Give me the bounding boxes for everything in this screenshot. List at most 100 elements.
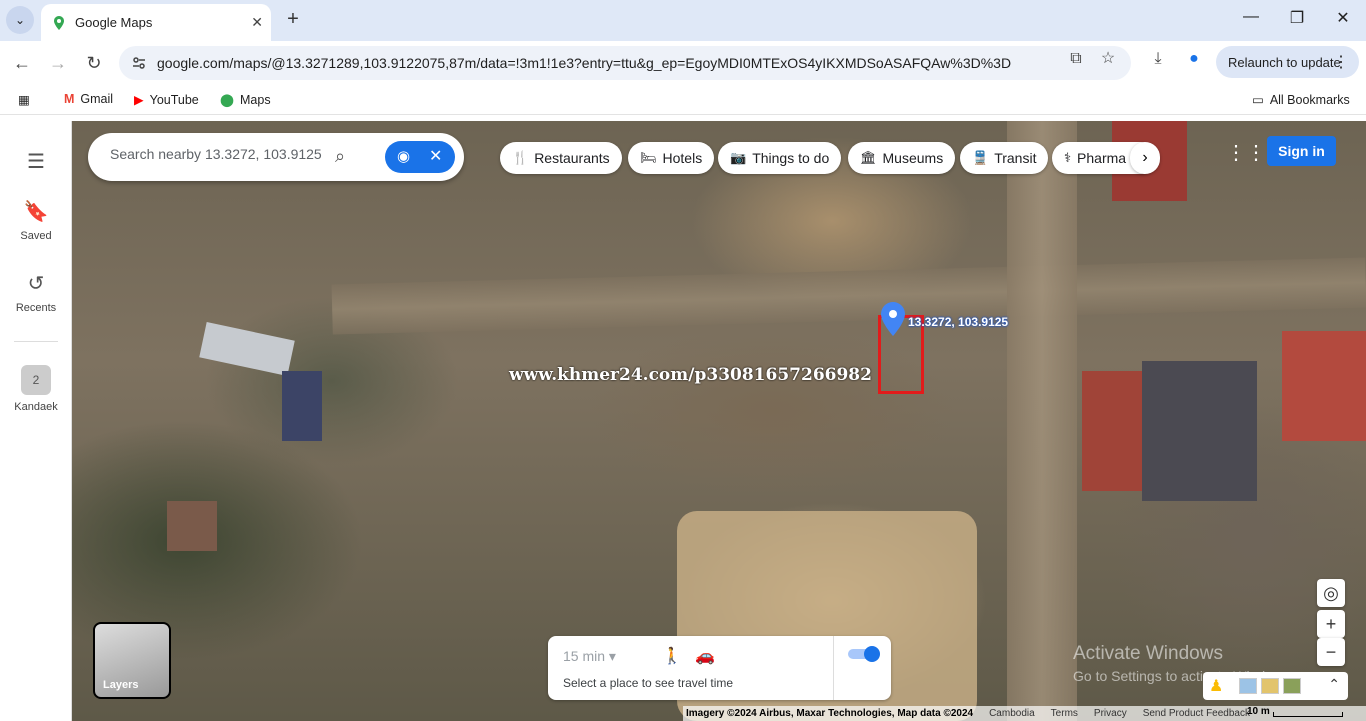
bookmark-youtube[interactable]: ▶ YouTube bbox=[134, 92, 199, 108]
close-tab-icon[interactable]: ✕ bbox=[251, 14, 263, 31]
address-bar[interactable]: google.com/maps/@13.3271289,103.9122075,… bbox=[119, 46, 1131, 80]
apps-icon[interactable]: ▦ bbox=[18, 92, 36, 107]
bookmark-maps[interactable]: ⬤ Maps bbox=[220, 92, 271, 108]
travel-toggle[interactable] bbox=[848, 646, 880, 662]
train-icon: 🚆 bbox=[972, 150, 989, 165]
close-icon[interactable]: ✕ bbox=[429, 146, 442, 166]
sidebar-item-saved[interactable]: 🔖 Saved bbox=[0, 199, 72, 242]
search-input[interactable] bbox=[110, 146, 330, 162]
tab-search-button[interactable]: ⌄ bbox=[6, 6, 34, 34]
my-location-icon[interactable]: ◎ bbox=[1317, 579, 1345, 607]
footer-link-privacy[interactable]: Privacy bbox=[1094, 708, 1127, 719]
forward-button[interactable]: → bbox=[46, 51, 70, 75]
nearby-filter-pill[interactable]: ◉ ✕ bbox=[385, 141, 455, 173]
car-icon[interactable]: 🚗 bbox=[695, 648, 715, 665]
layers-button[interactable]: Layers bbox=[93, 622, 171, 699]
bookmark-label: Gmail bbox=[80, 92, 114, 106]
search-icon[interactable]: ⌕ bbox=[335, 146, 345, 167]
close-window-icon[interactable]: ✕ bbox=[1328, 8, 1358, 28]
footer-link-feedback[interactable]: Send Product Feedback bbox=[1143, 708, 1250, 719]
map-building bbox=[167, 501, 217, 551]
site-info-icon[interactable] bbox=[131, 55, 147, 71]
chip-label: Things to do bbox=[752, 150, 830, 166]
sidebar-divider bbox=[14, 341, 58, 342]
imagery-thumbnail[interactable] bbox=[1239, 678, 1257, 694]
sign-in-button[interactable]: Sign in bbox=[1267, 136, 1336, 166]
bookmarks-bar: ▦ M Gmail ▶ YouTube ⬤ Maps ▭ All Bookmarks bbox=[0, 85, 1366, 115]
profile-icon[interactable]: ● bbox=[1184, 49, 1204, 69]
imagery-thumbnail[interactable] bbox=[1261, 678, 1279, 694]
install-app-icon[interactable]: ⧉ bbox=[1066, 49, 1086, 69]
browser-tab-strip: ⌄ Google Maps ✕ + — ❐ ✕ bbox=[0, 0, 1366, 41]
relaunch-button[interactable]: Relaunch to update ⋮ bbox=[1216, 46, 1359, 78]
maps-sidebar: ☰ 🔖 Saved ↺ Recents 2 Kandaek bbox=[0, 121, 72, 721]
bookmark-icon: 🔖 bbox=[23, 201, 49, 223]
chip-label: Restaurants bbox=[534, 150, 610, 166]
chip-transit[interactable]: 🚆 Transit bbox=[960, 142, 1049, 174]
pharmacy-icon: ⚕ bbox=[1064, 150, 1072, 165]
map-building bbox=[1142, 361, 1257, 501]
minimize-icon[interactable]: — bbox=[1236, 8, 1266, 26]
walk-icon[interactable]: 🚶 bbox=[662, 648, 682, 665]
travel-hint: Select a place to see travel time bbox=[563, 676, 734, 690]
location-target-icon: ◉ bbox=[397, 148, 411, 165]
zoom-out-button[interactable]: − bbox=[1317, 638, 1345, 666]
footer-link-cambodia[interactable]: Cambodia bbox=[989, 708, 1035, 719]
chip-restaurants[interactable]: 🍴 Restaurants bbox=[500, 142, 622, 174]
imagery-thumbnail[interactable] bbox=[1283, 678, 1301, 694]
place-icon: 2 bbox=[21, 365, 51, 395]
bookmark-gmail[interactable]: M Gmail bbox=[64, 92, 113, 106]
pegman-icon[interactable]: ♟ bbox=[1209, 676, 1223, 696]
bookmark-label: YouTube bbox=[149, 92, 199, 107]
travel-divider bbox=[833, 636, 834, 700]
hamburger-icon: ☰ bbox=[27, 151, 45, 173]
map-building bbox=[1282, 331, 1366, 441]
activate-windows-title: Activate Windows bbox=[1073, 643, 1223, 664]
satellite-map[interactable]: www.khmer24.com/p33081657266982 13.3272,… bbox=[72, 121, 1366, 721]
sidebar-item-label: Saved bbox=[20, 230, 52, 242]
all-bookmarks[interactable]: ▭ All Bookmarks bbox=[1252, 92, 1350, 108]
zoom-in-button[interactable]: + bbox=[1317, 610, 1345, 638]
map-road bbox=[331, 257, 1366, 335]
travel-time-value: 15 min bbox=[563, 648, 606, 664]
travel-time-panel: 15 min ▾ 🚶 🚗 Select a place to see trave… bbox=[548, 636, 891, 700]
map-road bbox=[1007, 121, 1077, 721]
url-text: google.com/maps/@13.3271289,103.9122075,… bbox=[157, 55, 1012, 71]
map-building bbox=[199, 322, 295, 376]
download-icon[interactable]: ⤓ bbox=[1148, 49, 1168, 69]
google-apps-icon[interactable]: ⋮⋮ bbox=[1226, 140, 1266, 164]
sidebar-item-kandaek[interactable]: 2 Kandaek bbox=[0, 365, 72, 413]
reload-button[interactable]: ↻ bbox=[82, 51, 106, 75]
gmail-icon: M bbox=[64, 92, 75, 106]
menu-button[interactable]: ☰ bbox=[0, 149, 72, 180]
youtube-icon: ▶ bbox=[134, 93, 144, 107]
sidebar-item-recents[interactable]: ↺ Recents bbox=[0, 271, 72, 314]
footer-link-terms[interactable]: Terms bbox=[1051, 708, 1078, 719]
chip-hotels[interactable]: 🛏 Hotels bbox=[628, 142, 715, 174]
browser-toolbar: ← → ↻ google.com/maps/@13.3271289,103.91… bbox=[0, 41, 1366, 85]
location-pin-icon[interactable] bbox=[880, 301, 906, 337]
sidebar-item-label: Kandaek bbox=[14, 401, 58, 413]
back-button[interactable]: ← bbox=[10, 51, 34, 75]
expand-icon[interactable]: ⌃ bbox=[1328, 676, 1340, 693]
bed-icon: 🛏 bbox=[640, 150, 657, 165]
chip-scroll-right-icon[interactable]: › bbox=[1130, 142, 1160, 174]
scale-label[interactable]: 10 m bbox=[1247, 706, 1270, 717]
chip-museums[interactable]: 🏛 Museums bbox=[848, 142, 956, 174]
folder-icon: ▭ bbox=[1252, 93, 1264, 107]
sidebar-item-label: Recents bbox=[15, 302, 57, 314]
chip-label: Pharma bbox=[1077, 150, 1127, 166]
minimap-strip: ♟ ⌃ bbox=[1203, 672, 1348, 700]
new-tab-button[interactable]: + bbox=[282, 8, 304, 30]
chip-things-to-do[interactable]: 📷 Things to do bbox=[718, 142, 842, 174]
fork-knife-icon: 🍴 bbox=[512, 150, 529, 165]
maps-icon: ⬤ bbox=[220, 93, 234, 107]
pin-coordinates: 13.3272, 103.9125 bbox=[908, 315, 1009, 329]
browser-tab[interactable]: Google Maps ✕ bbox=[41, 4, 271, 41]
travel-modes: 🚶 🚗 bbox=[662, 646, 715, 666]
travel-time-select[interactable]: 15 min ▾ bbox=[563, 648, 616, 665]
bookmark-star-icon[interactable]: ☆ bbox=[1098, 49, 1118, 69]
camera-icon: 📷 bbox=[730, 150, 747, 165]
relaunch-label: Relaunch to update bbox=[1228, 54, 1341, 70]
restore-icon[interactable]: ❐ bbox=[1282, 8, 1312, 28]
